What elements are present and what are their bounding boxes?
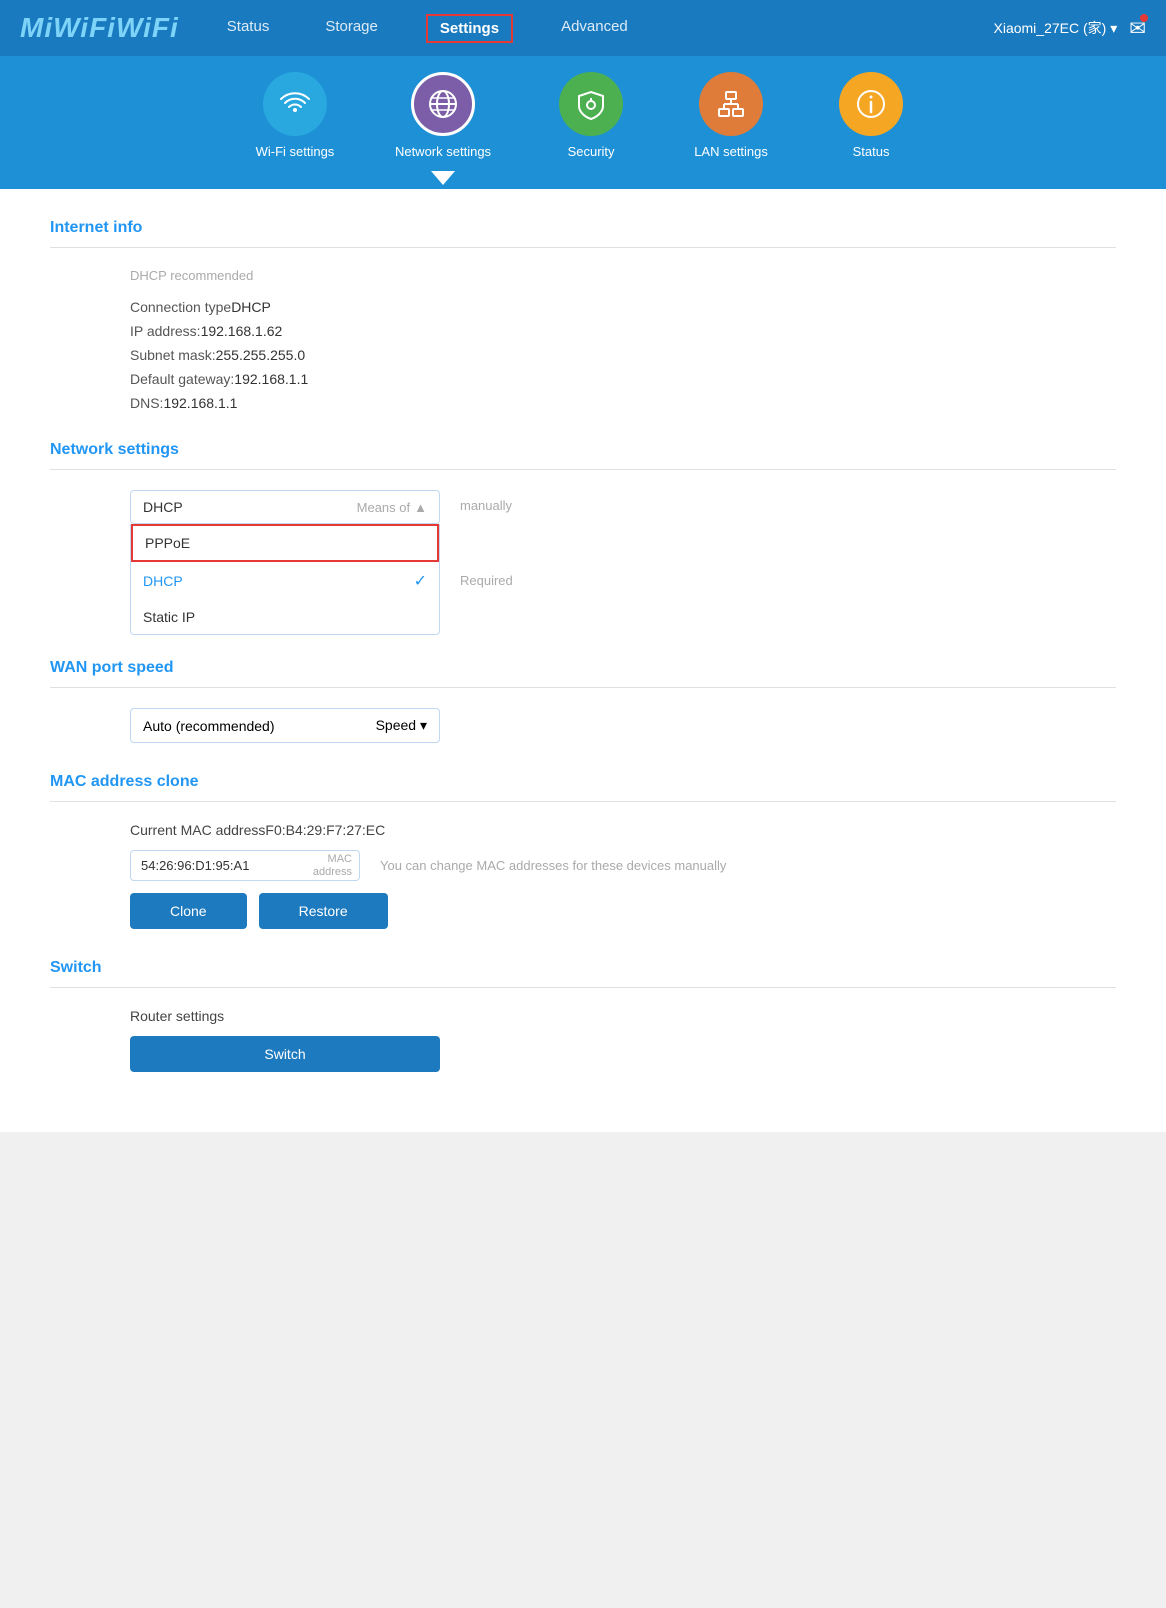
network-icon-circle	[411, 72, 475, 136]
required-label: Required	[460, 573, 513, 588]
dropdown-option-pppoe[interactable]: PPPoE	[131, 524, 439, 562]
mac-address-input[interactable]	[130, 850, 360, 881]
nav-storage[interactable]: Storage	[317, 14, 386, 43]
status-icon-circle	[839, 72, 903, 136]
current-mac-row: Current MAC addressF0:B4:29:F7:27:EC	[130, 822, 1116, 838]
ip-address-row: IP address:192.168.1.62	[130, 323, 1116, 339]
ip-label: IP address:	[130, 323, 201, 339]
connection-type-dropdown[interactable]: DHCP Means of ▲ PPPoE DHCP ✓ Stat	[130, 490, 440, 524]
mail-notification-dot	[1140, 14, 1148, 22]
switch-button[interactable]: Switch	[130, 1036, 440, 1072]
user-menu[interactable]: Xiaomi_27EC (家) ▾	[994, 18, 1118, 38]
dropdown-option-static[interactable]: Static IP	[131, 600, 439, 634]
icon-navigation: Wi-Fi settings Network settings Security	[0, 56, 1166, 175]
speed-label: Auto (recommended)	[143, 718, 275, 734]
mac-input-row: MACaddress You can change MAC addresses …	[130, 850, 1116, 881]
wan-port-section: WAN port speed Auto (recommended) Speed …	[50, 659, 1116, 743]
dns-value: 192.168.1.1	[163, 395, 237, 411]
speed-dropdown[interactable]: Auto (recommended) Speed ▾	[130, 708, 440, 743]
main-content: Internet info DHCP recommended Connectio…	[0, 189, 1166, 1132]
switch-title: Switch	[50, 959, 1116, 977]
dns-row: DNS:192.168.1.1	[130, 395, 1116, 411]
network-settings-title: Network settings	[50, 441, 1116, 459]
internet-info-subtitle: DHCP recommended	[130, 268, 1116, 283]
internet-info-divider	[50, 247, 1116, 248]
mac-note: You can change MAC addresses for these d…	[380, 858, 726, 873]
connection-type-label: Connection type	[130, 299, 231, 315]
info-icon	[855, 88, 887, 120]
security-icon-circle	[559, 72, 623, 136]
restore-button[interactable]: Restore	[259, 893, 388, 929]
lan-settings-label: LAN settings	[694, 144, 768, 159]
dropdown-menu: PPPoE DHCP ✓ Static IP	[130, 524, 440, 635]
security-label: Security	[568, 144, 615, 159]
current-mac-label: Current MAC address	[130, 822, 265, 838]
subnet-value: 255.255.255.0	[216, 347, 306, 363]
dropdown-hint: Means of ▲	[357, 500, 427, 515]
connection-type-value: DHCP	[231, 299, 271, 315]
status-label: Status	[853, 144, 890, 159]
switch-divider	[50, 987, 1116, 988]
switch-section: Switch Router settings Switch	[50, 959, 1116, 1072]
gateway-value: 192.168.1.1	[234, 371, 308, 387]
network-dropdown-area: DHCP Means of ▲ PPPoE DHCP ✓ Stat	[130, 490, 1116, 588]
dropdown-side-labels: manually Required	[460, 490, 513, 588]
nav-settings[interactable]: Settings	[426, 14, 513, 43]
nav-links: Status Storage Settings Advanced	[219, 14, 994, 43]
globe-icon	[427, 88, 459, 120]
chevron-up-icon: ▲	[414, 500, 427, 515]
subnet-row: Subnet mask:255.255.255.0	[130, 347, 1116, 363]
wifi-icon	[279, 88, 311, 120]
router-settings-label: Router settings	[130, 1008, 1116, 1024]
active-nav-indicator	[431, 171, 455, 185]
mac-input-wrapper: MACaddress	[130, 850, 360, 881]
gateway-label: Default gateway:	[130, 371, 234, 387]
subnet-label: Subnet mask:	[130, 347, 216, 363]
mac-clone-divider	[50, 801, 1116, 802]
lan-icon	[715, 88, 747, 120]
network-settings-section: Network settings DHCP Means of ▲ PPPoE D…	[50, 441, 1116, 629]
dropdown-selected: DHCP	[143, 499, 183, 515]
wan-port-title: WAN port speed	[50, 659, 1116, 677]
network-settings-divider	[50, 469, 1116, 470]
nav-network-settings[interactable]: Network settings	[395, 72, 491, 159]
internet-info-title: Internet info	[50, 219, 1116, 237]
internet-info-section: Internet info DHCP recommended Connectio…	[50, 219, 1116, 411]
network-pointer	[403, 175, 483, 189]
mac-clone-section: MAC address clone Current MAC addressF0:…	[50, 773, 1116, 929]
nav-status[interactable]: Status	[831, 72, 911, 159]
lan-icon-circle	[699, 72, 763, 136]
wifi-settings-label: Wi-Fi settings	[256, 144, 335, 159]
logo: MiWiFiWiFi	[20, 12, 179, 44]
clone-button[interactable]: Clone	[130, 893, 247, 929]
top-navigation: MiWiFiWiFi Status Storage Settings Advan…	[0, 0, 1166, 56]
dns-label: DNS:	[130, 395, 163, 411]
current-mac-value: F0:B4:29:F7:27:EC	[265, 822, 385, 838]
nav-wifi-settings[interactable]: Wi-Fi settings	[255, 72, 335, 159]
wan-port-divider	[50, 687, 1116, 688]
chevron-down-icon: ▾	[420, 717, 427, 733]
dropdown-option-dhcp[interactable]: DHCP ✓	[131, 562, 439, 600]
network-settings-label: Network settings	[395, 144, 491, 159]
manually-label: manually	[460, 498, 513, 513]
mail-icon[interactable]: ✉	[1129, 16, 1146, 41]
nav-status[interactable]: Status	[219, 14, 278, 43]
ip-value: 192.168.1.62	[201, 323, 283, 339]
gateway-row: Default gateway:192.168.1.1	[130, 371, 1116, 387]
check-icon: ✓	[414, 571, 427, 591]
nav-security[interactable]: Security	[551, 72, 631, 159]
nav-pointer-bar	[0, 175, 1166, 189]
connection-type-row: Connection typeDHCP	[130, 299, 1116, 315]
wifi-icon-circle	[263, 72, 327, 136]
shield-icon	[575, 88, 607, 120]
dropdown-trigger[interactable]: DHCP Means of ▲	[130, 490, 440, 524]
nav-advanced[interactable]: Advanced	[553, 14, 636, 43]
nav-lan-settings[interactable]: LAN settings	[691, 72, 771, 159]
wifi-pointer-spacer	[263, 175, 343, 189]
nav-right: Xiaomi_27EC (家) ▾ ✉	[994, 16, 1147, 41]
mac-buttons: Clone Restore	[130, 893, 1116, 929]
speed-hint: Speed ▾	[376, 717, 427, 734]
mac-clone-title: MAC address clone	[50, 773, 1116, 791]
